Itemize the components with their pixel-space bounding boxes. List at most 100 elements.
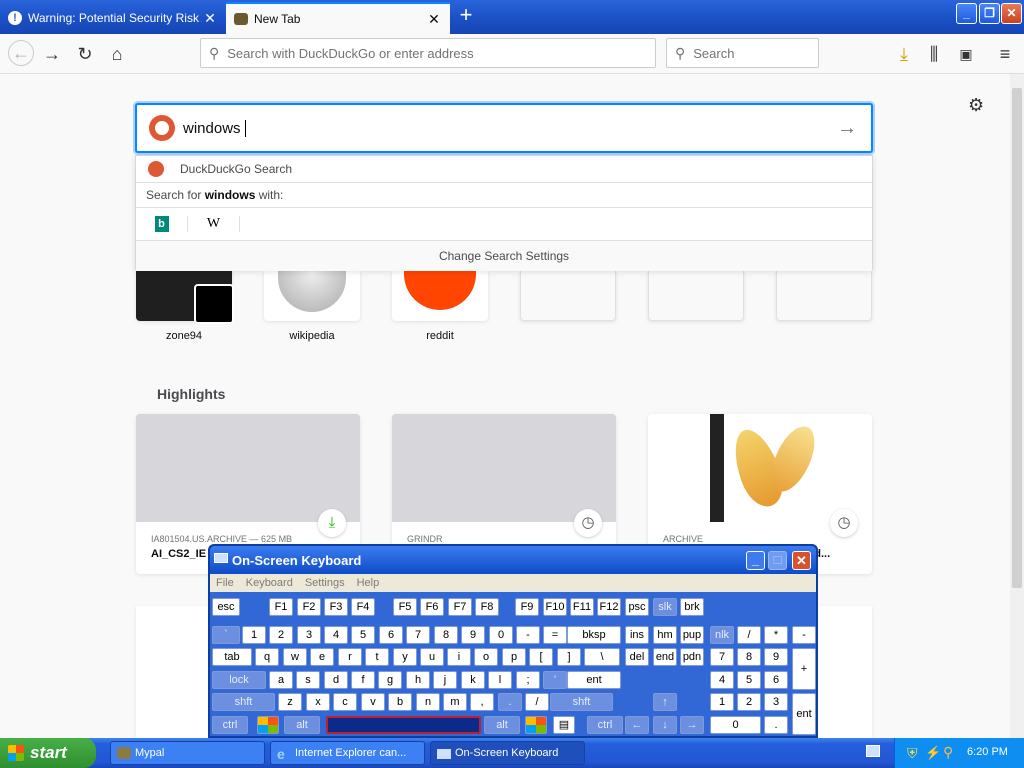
scrollbar[interactable] [1010, 74, 1024, 738]
network-icon[interactable]: ⚡ [925, 745, 941, 761]
key-row0-6[interactable]: F6 [420, 598, 444, 616]
key-row2-7[interactable]: u [420, 648, 444, 666]
osk-close-button[interactable]: ✕ [792, 551, 811, 570]
top-site-tile[interactable] [136, 270, 234, 324]
key-row2-10[interactable]: p [502, 648, 526, 666]
top-site-tile[interactable] [264, 264, 360, 321]
key-row4-9[interactable]: . [498, 693, 522, 711]
search-icon[interactable]: ⚲ [943, 744, 953, 761]
key-row3-6[interactable]: h [406, 671, 430, 689]
downloads-icon[interactable]: ⤓ [892, 42, 916, 66]
key-row4-7[interactable]: m [443, 693, 467, 711]
key-row1-5[interactable]: 5 [351, 626, 375, 644]
key-row3-3[interactable]: d [324, 671, 348, 689]
key-row4-14[interactable]: 3 [764, 693, 788, 711]
wikipedia-button[interactable]: W [188, 216, 240, 232]
key-row1-1[interactable]: 1 [242, 626, 266, 644]
sidebar-icon[interactable]: ▣ [954, 42, 978, 66]
key-row0-0[interactable]: esc [212, 598, 240, 616]
key-row2-3[interactable]: e [310, 648, 334, 666]
key-row3-4[interactable]: f [351, 671, 375, 689]
key-row1-2[interactable]: 2 [269, 626, 293, 644]
key-row4-12[interactable]: 1 [710, 693, 734, 711]
go-arrow-icon[interactable]: → [837, 117, 857, 140]
key-row5-2[interactable]: alt [484, 716, 520, 734]
key-row5-5[interactable]: . [764, 716, 788, 734]
key-row2-15[interactable]: end [653, 648, 677, 666]
osk-titlebar[interactable]: On-Screen Keyboard _ □ ✕ [210, 546, 816, 574]
context-menu-key[interactable]: ▤ [553, 716, 575, 734]
tab-security-warning[interactable]: ! Warning: Potential Security Risk Ah ✕ [0, 2, 226, 34]
home-icon[interactable]: ⌂ [105, 42, 129, 66]
menu-settings[interactable]: Settings [305, 577, 345, 589]
key-row3-5[interactable]: g [378, 671, 402, 689]
start-button[interactable]: start [0, 738, 96, 768]
key-row2-12[interactable]: ] [557, 648, 581, 666]
top-site-tile[interactable] [392, 264, 488, 321]
menu-file[interactable]: File [216, 577, 234, 589]
key-row4-0[interactable]: shft [212, 693, 275, 711]
key-row4-8[interactable]: , [470, 693, 494, 711]
close-tab-icon[interactable]: ✕ [202, 10, 218, 27]
key-row4-3[interactable]: c [333, 693, 357, 711]
key-row3-10[interactable]: ; [516, 671, 540, 689]
key-row4-1[interactable]: z [278, 693, 302, 711]
newtab-search-input[interactable]: windows → [135, 103, 873, 153]
menu-keyboard[interactable]: Keyboard [246, 577, 293, 589]
key-row3-2[interactable]: s [296, 671, 320, 689]
key-row0-10[interactable]: F10 [543, 598, 567, 616]
key-row2-19[interactable]: 9 [764, 648, 788, 666]
key-row0-14[interactable]: slk [653, 598, 677, 616]
windows-key-icon[interactable] [525, 716, 547, 734]
left-arrow-key[interactable]: ← [625, 716, 649, 734]
new-tab-button[interactable]: + [454, 4, 478, 28]
key-row2-6[interactable]: y [393, 648, 417, 666]
back-icon[interactable]: ← [8, 40, 34, 66]
key-row5-3[interactable]: ctrl [587, 716, 623, 734]
key-row2-8[interactable]: i [447, 648, 471, 666]
maximize-button[interactable]: ❐ [979, 3, 1000, 24]
key-row1-7[interactable]: 7 [406, 626, 430, 644]
key-row3-12[interactable]: ent [567, 671, 621, 689]
key-row1-10[interactable]: 0 [489, 626, 513, 644]
taskbar-item-osk[interactable]: On-Screen Keyboard [430, 741, 585, 765]
key-row2-11[interactable]: [ [529, 648, 553, 666]
key-row3-0[interactable]: lock [212, 671, 266, 689]
key-row3-14[interactable]: 5 [737, 671, 761, 689]
minimize-button[interactable]: _ [956, 3, 977, 24]
key-row1-17[interactable]: nlk [710, 626, 734, 644]
url-bar[interactable]: ⚲ Search with DuckDuckGo or enter addres… [200, 38, 656, 68]
osk-minimize-button[interactable]: _ [746, 551, 765, 570]
search-bar[interactable]: ⚲ Search [666, 38, 819, 68]
key-row3-11[interactable]: ' [543, 671, 567, 689]
menu-help[interactable]: Help [357, 577, 380, 589]
key-row0-7[interactable]: F7 [448, 598, 472, 616]
key-row1-12[interactable]: = [543, 626, 567, 644]
key-row3-9[interactable]: l [488, 671, 512, 689]
key-row0-15[interactable]: brk [680, 598, 704, 616]
down-arrow-key[interactable]: ↓ [653, 716, 677, 734]
key-row0-13[interactable]: psc [625, 598, 649, 616]
key-row1-20[interactable]: - [792, 626, 816, 644]
spacebar[interactable] [326, 716, 481, 734]
key-row2-20[interactable]: + [792, 648, 816, 690]
key-row2-4[interactable]: r [338, 648, 362, 666]
key-row2-5[interactable]: t [365, 648, 389, 666]
close-window-button[interactable]: ✕ [1001, 3, 1022, 24]
key-row1-4[interactable]: 4 [324, 626, 348, 644]
reload-icon[interactable]: ↻ [73, 42, 97, 66]
key-row0-1[interactable]: F1 [269, 598, 293, 616]
key-row0-2[interactable]: F2 [297, 598, 321, 616]
key-row2-17[interactable]: 7 [710, 648, 734, 666]
taskbar-item-mypal[interactable]: Mypal [110, 741, 265, 765]
tab-new-tab[interactable]: New Tab ✕ [226, 2, 450, 34]
key-row5-0[interactable]: ctrl [212, 716, 248, 734]
key-row0-4[interactable]: F4 [351, 598, 375, 616]
key-row5-1[interactable]: alt [284, 716, 320, 734]
key-row2-1[interactable]: q [255, 648, 279, 666]
key-row3-7[interactable]: j [433, 671, 457, 689]
close-tab-icon[interactable]: ✕ [426, 11, 442, 28]
key-row2-0[interactable]: tab [212, 648, 252, 666]
key-row2-16[interactable]: pdn [680, 648, 704, 666]
key-row2-14[interactable]: del [625, 648, 649, 666]
